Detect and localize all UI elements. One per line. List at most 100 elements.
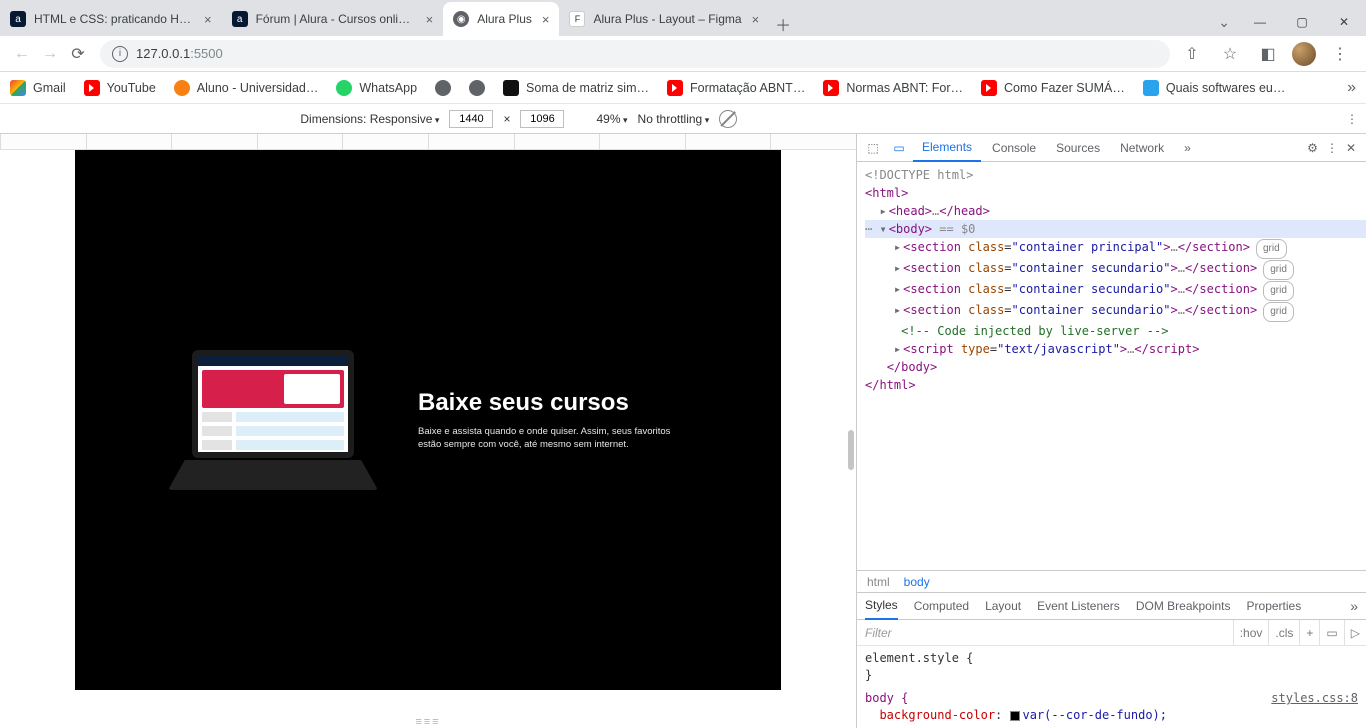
bookmark-generic-1[interactable] bbox=[435, 80, 451, 96]
tab-computed[interactable]: Computed bbox=[914, 599, 969, 613]
crumb-html[interactable]: html bbox=[867, 575, 890, 589]
software-icon bbox=[1143, 80, 1159, 96]
reload-button[interactable]: ⟳ bbox=[64, 40, 92, 68]
devtools-tabs: ⬚ ▭ Elements Console Sources Network » ⚙… bbox=[857, 134, 1366, 162]
styles-filter-input[interactable]: Filter bbox=[857, 626, 1233, 640]
tabs-dropdown-icon[interactable]: ⌄ bbox=[1218, 14, 1230, 31]
bookmark-whatsapp[interactable]: WhatsApp bbox=[336, 80, 417, 96]
zoom-dropdown[interactable]: 49% bbox=[596, 112, 627, 126]
bookmark-youtube[interactable]: YouTube bbox=[84, 80, 156, 96]
address-bar[interactable]: i 127.0.0.1:5500 bbox=[100, 40, 1170, 68]
new-tab-button[interactable]: ＋ bbox=[769, 12, 797, 36]
forward-button[interactable]: → bbox=[36, 40, 64, 68]
crumb-body[interactable]: body bbox=[904, 575, 930, 589]
preview-scrollbar[interactable] bbox=[846, 420, 856, 480]
bookmark-normas[interactable]: Normas ABNT: For… bbox=[823, 80, 963, 96]
device-toolbar: Dimensions: Responsive × 49% No throttli… bbox=[0, 104, 1366, 134]
bookmark-star-icon[interactable]: ☆ bbox=[1216, 40, 1244, 68]
back-button[interactable]: ← bbox=[8, 40, 36, 68]
throttling-dropdown[interactable]: No throttling bbox=[638, 112, 710, 126]
breadcrumb: html body bbox=[857, 570, 1366, 592]
tab-sources[interactable]: Sources bbox=[1047, 134, 1109, 162]
bookmark-abnt-video[interactable]: Formatação ABNT… bbox=[667, 80, 805, 96]
styles-overflow[interactable]: » bbox=[1350, 598, 1358, 614]
tabs-overflow[interactable]: » bbox=[1175, 134, 1200, 162]
preview-pane: Baixe seus cursos Baixe e assista quando… bbox=[0, 134, 856, 728]
bookmark-sumario[interactable]: Como Fazer SUMÁ… bbox=[981, 80, 1125, 96]
tab-2-active[interactable]: ◉ Alura Plus × bbox=[443, 2, 559, 36]
bookmark-gmail[interactable]: Gmail bbox=[10, 80, 66, 96]
tab-properties[interactable]: Properties bbox=[1247, 599, 1302, 613]
hero-section: Baixe seus cursos Baixe e assista quando… bbox=[75, 150, 781, 690]
youtube-icon bbox=[84, 80, 100, 96]
tab-label: Alura Plus - Layout – Figma bbox=[593, 12, 741, 26]
matrix-icon bbox=[503, 80, 519, 96]
css-rules-pane[interactable]: element.style { } styles.css:8body { bac… bbox=[857, 646, 1366, 728]
inspect-element-icon[interactable]: ⬚ bbox=[861, 141, 885, 155]
favicon-alura: a bbox=[232, 11, 248, 27]
cls-toggle[interactable]: .cls bbox=[1268, 620, 1299, 645]
profile-avatar[interactable] bbox=[1292, 42, 1316, 66]
rotate-icon[interactable] bbox=[719, 110, 737, 128]
gear-icon[interactable]: ⚙ bbox=[1307, 141, 1318, 155]
close-icon[interactable]: × bbox=[542, 12, 550, 27]
url-text: 127.0.0.1:5500 bbox=[136, 46, 223, 61]
youtube-icon bbox=[981, 80, 997, 96]
site-info-icon[interactable]: i bbox=[112, 46, 128, 62]
computed-pane-icon[interactable]: ▭ bbox=[1319, 620, 1343, 645]
gmail-icon bbox=[10, 80, 26, 96]
tab-label: HTML e CSS: praticando HTML/C bbox=[34, 12, 194, 26]
tab-label: Fórum | Alura - Cursos online de bbox=[256, 12, 416, 26]
resize-handle-horizontal[interactable]: ≡≡≡ bbox=[0, 716, 856, 728]
bookmark-softwares[interactable]: Quais softwares eu… bbox=[1143, 80, 1286, 96]
side-panel-icon[interactable]: ◧ bbox=[1254, 40, 1282, 68]
source-link[interactable]: styles.css:8 bbox=[1271, 690, 1358, 707]
more-actions-icon[interactable]: ▷ bbox=[1344, 620, 1366, 645]
emulated-viewport[interactable]: Baixe seus cursos Baixe e assista quando… bbox=[75, 150, 781, 690]
dimensions-dropdown[interactable]: Dimensions: Responsive bbox=[300, 112, 439, 126]
minimize-button[interactable]: — bbox=[1242, 8, 1278, 36]
window-close-button[interactable]: ✕ bbox=[1326, 8, 1362, 36]
ruler-horizontal bbox=[0, 134, 856, 150]
hero-body: Baixe e assista quando e onde quiser. As… bbox=[418, 425, 688, 452]
close-icon[interactable]: × bbox=[752, 12, 760, 27]
tab-event-listeners[interactable]: Event Listeners bbox=[1037, 599, 1120, 613]
kebab-icon[interactable]: ⋮ bbox=[1326, 141, 1338, 155]
favicon-figma: F bbox=[569, 11, 585, 27]
color-swatch[interactable] bbox=[1010, 711, 1020, 721]
viewport-width-input[interactable] bbox=[449, 110, 493, 128]
dimension-separator: × bbox=[503, 112, 510, 126]
laptop-illustration bbox=[168, 350, 378, 490]
share-icon[interactable]: ⇧ bbox=[1178, 40, 1206, 68]
bookmark-matriz[interactable]: Soma de matriz sim… bbox=[503, 80, 649, 96]
whatsapp-icon bbox=[336, 80, 352, 96]
maximize-button[interactable]: ▢ bbox=[1284, 8, 1320, 36]
tab-console[interactable]: Console bbox=[983, 134, 1045, 162]
device-bar-menu[interactable]: ⋮ bbox=[1338, 112, 1366, 126]
moodle-icon bbox=[174, 80, 190, 96]
tab-elements[interactable]: Elements bbox=[913, 134, 981, 162]
tab-3[interactable]: F Alura Plus - Layout – Figma × bbox=[559, 2, 769, 36]
hov-toggle[interactable]: :hov bbox=[1233, 620, 1269, 645]
favicon-alura: a bbox=[10, 11, 26, 27]
bookmarks-overflow[interactable]: » bbox=[1347, 79, 1356, 97]
dom-tree[interactable]: <!DOCTYPE html> <html> ▸<head>…</head> ⋯… bbox=[857, 162, 1366, 570]
chrome-menu-icon[interactable]: ⋮ bbox=[1326, 40, 1354, 68]
tab-1[interactable]: a Fórum | Alura - Cursos online de × bbox=[222, 2, 444, 36]
viewport-height-input[interactable] bbox=[520, 110, 564, 128]
device-toggle-icon[interactable]: ▭ bbox=[887, 141, 911, 155]
bookmark-aluno[interactable]: Aluno - Universidad… bbox=[174, 80, 319, 96]
tab-layout[interactable]: Layout bbox=[985, 599, 1021, 613]
tab-styles[interactable]: Styles bbox=[865, 592, 898, 620]
tab-0[interactable]: a HTML e CSS: praticando HTML/C × bbox=[0, 2, 222, 36]
bookmark-generic-2[interactable] bbox=[469, 80, 485, 96]
tab-dom-breakpoints[interactable]: DOM Breakpoints bbox=[1136, 599, 1231, 613]
devtools-close-icon[interactable]: ✕ bbox=[1346, 141, 1356, 155]
close-icon[interactable]: × bbox=[426, 12, 434, 27]
new-rule-button[interactable]: + bbox=[1299, 620, 1319, 645]
styles-filter-row: Filter :hov .cls + ▭ ▷ bbox=[857, 620, 1366, 646]
styles-tabs: Styles Computed Layout Event Listeners D… bbox=[857, 592, 1366, 620]
browser-toolbar: ← → ⟳ i 127.0.0.1:5500 ⇧ ☆ ◧ ⋮ bbox=[0, 36, 1366, 72]
close-icon[interactable]: × bbox=[204, 12, 212, 27]
tab-network[interactable]: Network bbox=[1111, 134, 1173, 162]
